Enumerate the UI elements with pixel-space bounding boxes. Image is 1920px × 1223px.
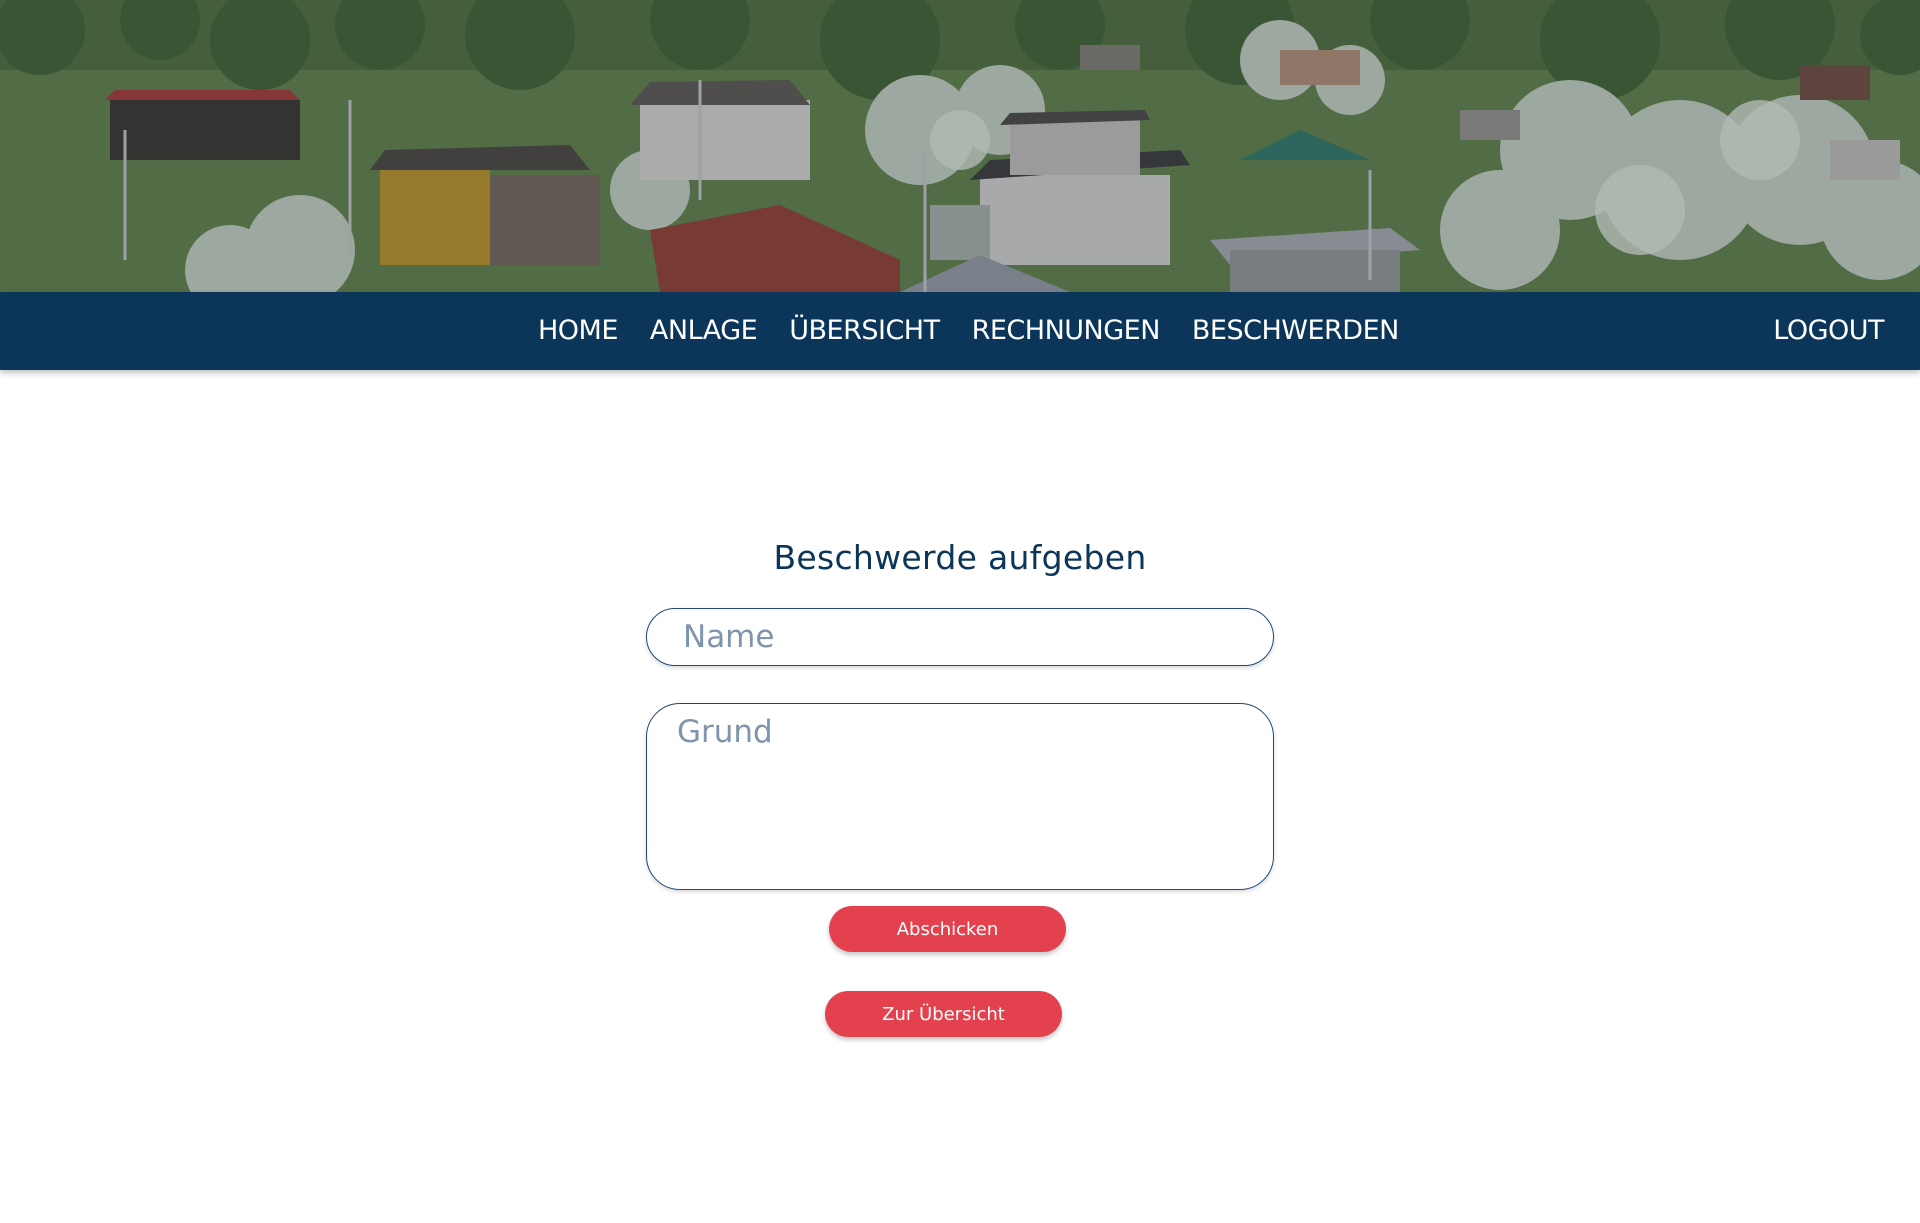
logout-link[interactable]: LOGOUT bbox=[1773, 292, 1884, 370]
name-input[interactable] bbox=[646, 608, 1274, 666]
submit-button[interactable]: Abschicken bbox=[829, 906, 1066, 952]
hero-image bbox=[0, 0, 1920, 292]
nav-links: HOME ANLAGE ÜBERSICHT RECHNUNGEN BESCHWE… bbox=[522, 292, 1415, 370]
nav-item-uebersicht[interactable]: ÜBERSICHT bbox=[773, 292, 955, 370]
main-navbar: HOME ANLAGE ÜBERSICHT RECHNUNGEN BESCHWE… bbox=[0, 292, 1920, 370]
back-to-overview-button[interactable]: Zur Übersicht bbox=[825, 991, 1062, 1037]
nav-item-rechnungen[interactable]: RECHNUNGEN bbox=[956, 292, 1176, 370]
nav-item-beschwerden[interactable]: BESCHWERDEN bbox=[1176, 292, 1415, 370]
reason-textarea[interactable] bbox=[646, 703, 1274, 890]
nav-item-home[interactable]: HOME bbox=[522, 292, 634, 370]
page: HOME ANLAGE ÜBERSICHT RECHNUNGEN BESCHWE… bbox=[0, 0, 1920, 1223]
form-title: Beschwerde aufgeben bbox=[773, 538, 1147, 577]
nav-item-anlage[interactable]: ANLAGE bbox=[634, 292, 773, 370]
